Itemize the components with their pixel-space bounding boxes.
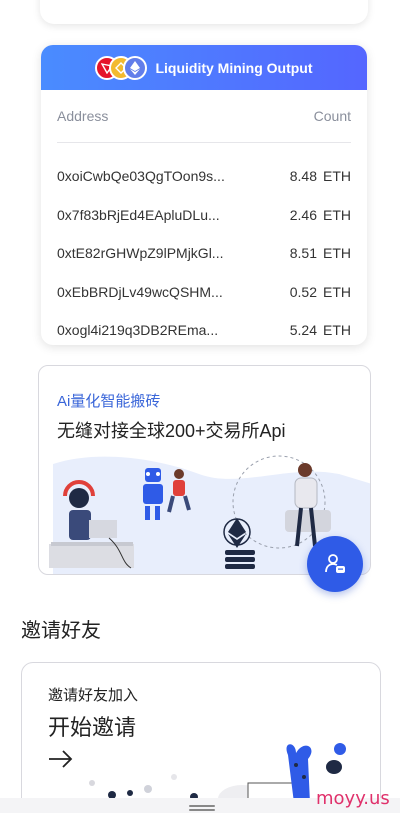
invite-section-title: 邀请好友 bbox=[21, 620, 101, 642]
support-chat-button[interactable] bbox=[307, 536, 363, 592]
row-amount: 0.52 ETH bbox=[290, 284, 351, 300]
row-address: 0xoiCwbQe03QgTOon9s... bbox=[57, 168, 225, 185]
row-amount-value: 8.51 bbox=[289, 245, 317, 262]
row-amount-unit: ETH bbox=[323, 206, 351, 223]
row-amount-value: 2.46 bbox=[289, 206, 317, 223]
column-address: Address bbox=[57, 108, 109, 124]
row-amount: 8.48 ETH bbox=[290, 168, 351, 184]
row-amount: 5.24 ETH bbox=[290, 322, 351, 338]
watermark: moyy.us bbox=[316, 788, 390, 809]
row-address: 0xtE82rGHWpZ9lPMjkGl... bbox=[57, 245, 224, 262]
list-item: 0xoiCwbQe03QgTOon9s... 8.48 ETH bbox=[57, 157, 351, 196]
list-item: 0x7f83bRjEd4EApluDLu... 2.46 ETH bbox=[57, 196, 351, 235]
invite-card-subtitle: 邀请好友加入 bbox=[48, 687, 139, 704]
arrow-right-icon[interactable] bbox=[48, 749, 74, 769]
ai-banner-title: Ai量化智能搬砖 bbox=[57, 393, 161, 410]
invite-card-title: 开始邀请 bbox=[48, 715, 137, 740]
liquidity-mining-card: Liquidity Mining Output Address Count 0x… bbox=[41, 45, 367, 345]
coin-icons bbox=[95, 54, 151, 82]
row-address: 0x7f83bRjEd4EApluDLu... bbox=[57, 206, 220, 223]
previous-card bbox=[40, 0, 368, 24]
list-item: 0xogl4i219q3DB2REma... 5.24 ETH bbox=[57, 311, 351, 345]
liquidity-list: 0xoiCwbQe03QgTOon9s... 8.48 ETH 0x7f83bRj… bbox=[41, 157, 367, 345]
row-amount: 8.51 ETH bbox=[290, 245, 351, 261]
column-count: Count bbox=[313, 108, 351, 124]
ethereum-icon bbox=[123, 55, 148, 80]
row-address: 0xogl4i219q3DB2REma... bbox=[57, 322, 219, 339]
liquidity-table-header: Address Count bbox=[57, 90, 351, 143]
ai-banner-subtitle: 无缝对接全球200+交易所Api bbox=[57, 421, 286, 441]
row-amount-unit: ETH bbox=[323, 168, 351, 185]
row-amount-value: 5.24 bbox=[289, 322, 317, 339]
row-address: 0xEbBRDjLv49wcQSHM... bbox=[57, 283, 223, 300]
list-item: 0xEbBRDjLv49wcQSHM... 0.52 ETH bbox=[57, 273, 351, 312]
row-amount-unit: ETH bbox=[323, 245, 351, 262]
drag-handle-icon[interactable] bbox=[189, 805, 215, 813]
row-amount: 2.46 ETH bbox=[290, 207, 351, 223]
row-amount-value: 8.48 bbox=[289, 168, 317, 185]
row-amount-unit: ETH bbox=[323, 322, 351, 339]
list-item: 0xtE82rGHWpZ9lPMjkGl... 8.51 ETH bbox=[57, 234, 351, 273]
row-amount-unit: ETH bbox=[323, 283, 351, 300]
liquidity-mining-header: Liquidity Mining Output bbox=[41, 45, 367, 90]
liquidity-mining-title: Liquidity Mining Output bbox=[155, 59, 313, 76]
page: Liquidity Mining Output Address Count 0x… bbox=[0, 0, 400, 813]
row-amount-value: 0.52 bbox=[289, 283, 317, 300]
user-support-icon bbox=[325, 554, 345, 573]
